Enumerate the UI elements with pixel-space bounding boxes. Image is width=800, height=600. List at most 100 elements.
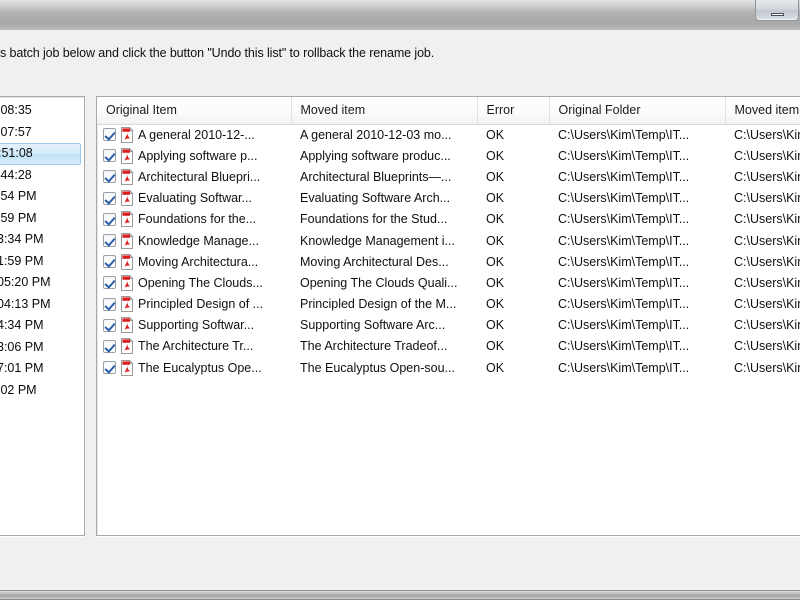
table-row[interactable]: Foundations for the... Foundations for th… <box>97 209 800 230</box>
table-row[interactable]: Moving Architectura... Moving Architectur… <box>97 251 800 272</box>
table-row[interactable]: Supporting Softwar... Supporting Software… <box>97 315 800 336</box>
history-item[interactable]: 1:59 PM <box>0 251 84 273</box>
table-row[interactable]: Knowledge Manage... Knowledge Management … <box>97 230 800 251</box>
history-item[interactable]: 7:01 PM <box>0 358 84 380</box>
cell-original-item[interactable]: A general 2010-12-... <box>97 124 291 145</box>
table-row[interactable]: Evaluating Softwar... Evaluating Software… <box>97 188 800 209</box>
cell-error: OK <box>486 233 505 248</box>
row-checkbox[interactable] <box>103 128 116 142</box>
row-checkbox[interactable] <box>103 212 116 226</box>
pdf-icon <box>120 232 134 249</box>
column-header-moved-item[interactable]: Moved item <box>291 97 478 125</box>
history-item[interactable]: :08:35 <box>0 100 84 122</box>
titlebar-sheen <box>0 0 800 11</box>
history-item[interactable]: 04:13 PM <box>0 294 84 316</box>
cell-moved-item-path: C:\Users\Kim <box>734 169 800 184</box>
column-header-original-item[interactable]: Original Item <box>97 97 292 125</box>
original-item-cell-content: Opening The Clouds... <box>103 274 291 291</box>
history-item[interactable]: :07:57 <box>0 122 84 144</box>
cell-moved-item: Supporting Software Arc... <box>300 318 446 333</box>
history-item[interactable]: 3:34 PM <box>0 229 84 251</box>
cell-error: OK <box>486 339 505 354</box>
cell-moved-item-path: C:\Users\Kim <box>734 191 800 206</box>
job-history-list[interactable]: :08:35:07:57:51:08:44:28:54 PM:59 PM 3:34… <box>0 97 84 401</box>
history-item[interactable]: :54 PM <box>0 186 84 208</box>
table-row[interactable]: The Eucalyptus Ope... The Eucalyptus Open… <box>97 357 800 378</box>
row-checkbox[interactable] <box>103 170 116 184</box>
cell-moved-item-path: C:\Users\Kim <box>734 318 800 333</box>
pdf-icon <box>120 168 134 185</box>
cell-moved-item-path: C:\Users\Kim <box>734 360 800 375</box>
pdf-icon <box>120 296 134 313</box>
table-row[interactable]: Principled Design of ... Principled Desig… <box>97 294 800 315</box>
rename-results-panel[interactable]: Original Item Moved item Error Original … <box>96 96 800 536</box>
original-item-label: Knowledge Manage... <box>138 233 259 248</box>
cell-original-item[interactable]: Moving Architectura... <box>97 251 291 272</box>
cell-moved-item: A general 2010-12-03 mo... <box>300 127 452 142</box>
table-row[interactable]: A general 2010-12-... A general 2010-12-0… <box>97 124 800 145</box>
cell-original-item[interactable]: The Architecture Tr... <box>97 336 291 357</box>
pdf-icon <box>120 211 134 228</box>
cell-original-folder: C:\Users\Kim\Temp\IT... <box>558 297 690 312</box>
table-row[interactable]: Applying software p... Applying software … <box>97 145 800 166</box>
cell-original-folder: C:\Users\Kim\Temp\IT... <box>558 169 690 184</box>
table-row[interactable]: Opening The Clouds... Opening The Clouds … <box>97 272 800 293</box>
row-checkbox[interactable] <box>103 318 116 332</box>
cell-original-item[interactable]: Supporting Softwar... <box>97 315 291 336</box>
cell-original-item[interactable]: Architectural Bluepri... <box>97 166 291 187</box>
row-checkbox[interactable] <box>103 191 116 205</box>
cell-original-item[interactable]: Knowledge Manage... <box>97 230 291 251</box>
history-item[interactable]: 05:20 PM <box>0 272 84 294</box>
original-item-label: Evaluating Softwar... <box>138 191 252 206</box>
history-item[interactable]: 3:06 PM <box>0 337 84 359</box>
column-header-original-folder[interactable]: Original Folder <box>549 97 726 125</box>
cell-moved-item: The Eucalyptus Open-sou... <box>300 360 455 375</box>
cell-original-item[interactable]: Applying software p... <box>97 145 291 166</box>
job-history-panel[interactable]: :08:35:07:57:51:08:44:28:54 PM:59 PM 3:34… <box>0 96 85 536</box>
pdf-icon <box>120 147 134 164</box>
row-checkbox[interactable] <box>103 149 116 163</box>
row-checkbox[interactable] <box>103 361 116 375</box>
history-item[interactable]: :44:28 <box>0 165 84 187</box>
original-item-cell-content: A general 2010-12-... <box>103 126 291 143</box>
cell-original-folder: C:\Users\Kim\Temp\IT... <box>558 233 690 248</box>
history-item[interactable]: 4:34 PM <box>0 315 84 337</box>
cell-original-item[interactable]: The Eucalyptus Ope... <box>97 357 291 378</box>
minimize-button[interactable] <box>755 0 799 21</box>
table-header-row: Original Item Moved item Error Original … <box>97 97 800 125</box>
cell-original-folder: C:\Users\Kim\Temp\IT... <box>558 127 690 142</box>
row-checkbox[interactable] <box>103 339 116 353</box>
cell-original-item[interactable]: Foundations for the... <box>97 209 291 230</box>
cell-original-item[interactable]: Opening The Clouds... <box>97 272 291 293</box>
column-header-moved-item-path[interactable]: Moved item p <box>725 97 800 125</box>
cell-original-item[interactable]: Evaluating Softwar... <box>97 188 291 209</box>
cell-moved-item-path: C:\Users\Kim <box>734 254 800 269</box>
cell-original-folder: C:\Users\Kim\Temp\IT... <box>558 275 690 290</box>
cell-moved-item: The Architecture Tradeof... <box>300 339 448 354</box>
pdf-icon <box>120 359 134 376</box>
row-checkbox[interactable] <box>103 276 116 290</box>
cell-original-item[interactable]: Principled Design of ... <box>97 294 291 315</box>
original-item-label: Applying software p... <box>138 148 258 163</box>
original-item-cell-content: Applying software p... <box>103 147 291 164</box>
history-item[interactable]: :59 PM <box>0 208 84 230</box>
row-checkbox[interactable] <box>103 234 116 248</box>
row-checkbox[interactable] <box>103 255 116 269</box>
cell-error: OK <box>486 169 505 184</box>
history-item[interactable]: :51:08 <box>0 143 81 165</box>
rename-results-table: Original Item Moved item Error Original … <box>97 97 800 378</box>
table-row[interactable]: The Architecture Tr... The Architecture T… <box>97 336 800 357</box>
cell-moved-item-path: C:\Users\Kim <box>734 233 800 248</box>
cell-error: OK <box>486 360 505 375</box>
cell-original-folder: C:\Users\Kim\Temp\IT... <box>558 191 690 206</box>
window-controls <box>755 0 799 21</box>
history-item[interactable]: :02 PM <box>0 380 84 402</box>
cell-moved-item: Applying software produc... <box>300 148 451 163</box>
cell-error: OK <box>486 212 505 227</box>
original-item-cell-content: Moving Architectura... <box>103 253 291 270</box>
column-header-error[interactable]: Error <box>477 97 550 125</box>
table-row[interactable]: Architectural Bluepri... Architectural Bl… <box>97 166 800 187</box>
original-item-cell-content: Foundations for the... <box>103 211 291 228</box>
cell-original-folder: C:\Users\Kim\Temp\IT... <box>558 318 690 333</box>
row-checkbox[interactable] <box>103 297 116 311</box>
